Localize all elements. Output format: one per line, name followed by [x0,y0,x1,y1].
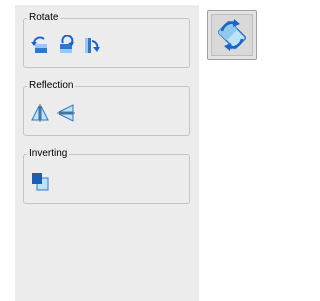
transform-panel: Rotate Reflection Inverting [15,5,199,301]
flip-vertical-icon [31,104,49,122]
rotate-180-icon [60,35,74,53]
flip-vertical-button[interactable] [30,103,50,123]
rotate-group-title: Rotate [27,12,61,24]
rotate-tool-icon [217,19,247,51]
rotate-tool-button[interactable] [207,10,257,60]
flip-horizontal-icon [57,104,75,122]
rotate-left-button[interactable] [30,35,50,55]
rotate-right-icon [85,38,100,53]
flip-horizontal-button[interactable] [56,103,76,123]
rotate-180-button[interactable] [56,35,76,55]
rotate-right-button[interactable] [82,35,102,55]
reflection-group: Reflection [23,80,190,136]
invert-icon [32,173,49,191]
inverting-group: Inverting [23,148,190,204]
rotate-left-icon [31,36,47,53]
rotate-group: Rotate [23,12,190,68]
invert-button[interactable] [30,171,50,191]
reflection-group-title: Reflection [27,80,76,92]
inverting-group-title: Inverting [27,148,70,160]
rotate-tool-frame [211,14,253,56]
